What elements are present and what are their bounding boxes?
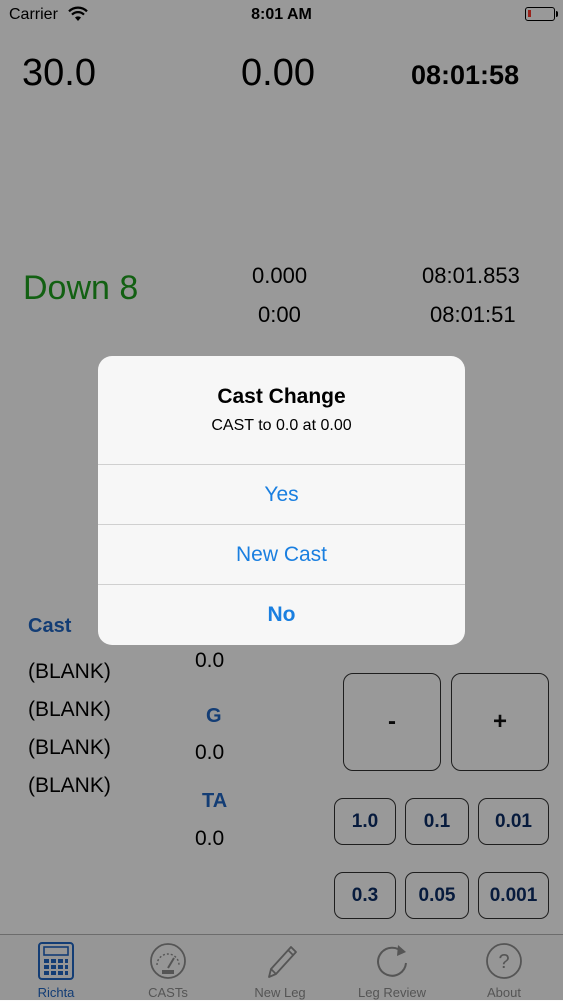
yes-button[interactable]: Yes [98,464,465,525]
new-cast-button[interactable]: New Cast [98,524,465,585]
alert-title: Cast Change [217,385,346,408]
no-button[interactable]: No [98,584,465,645]
cast-change-alert: Cast Change CAST to 0.0 at 0.00 Yes New … [98,356,465,645]
alert-message: CAST to 0.0 at 0.00 [211,417,352,434]
